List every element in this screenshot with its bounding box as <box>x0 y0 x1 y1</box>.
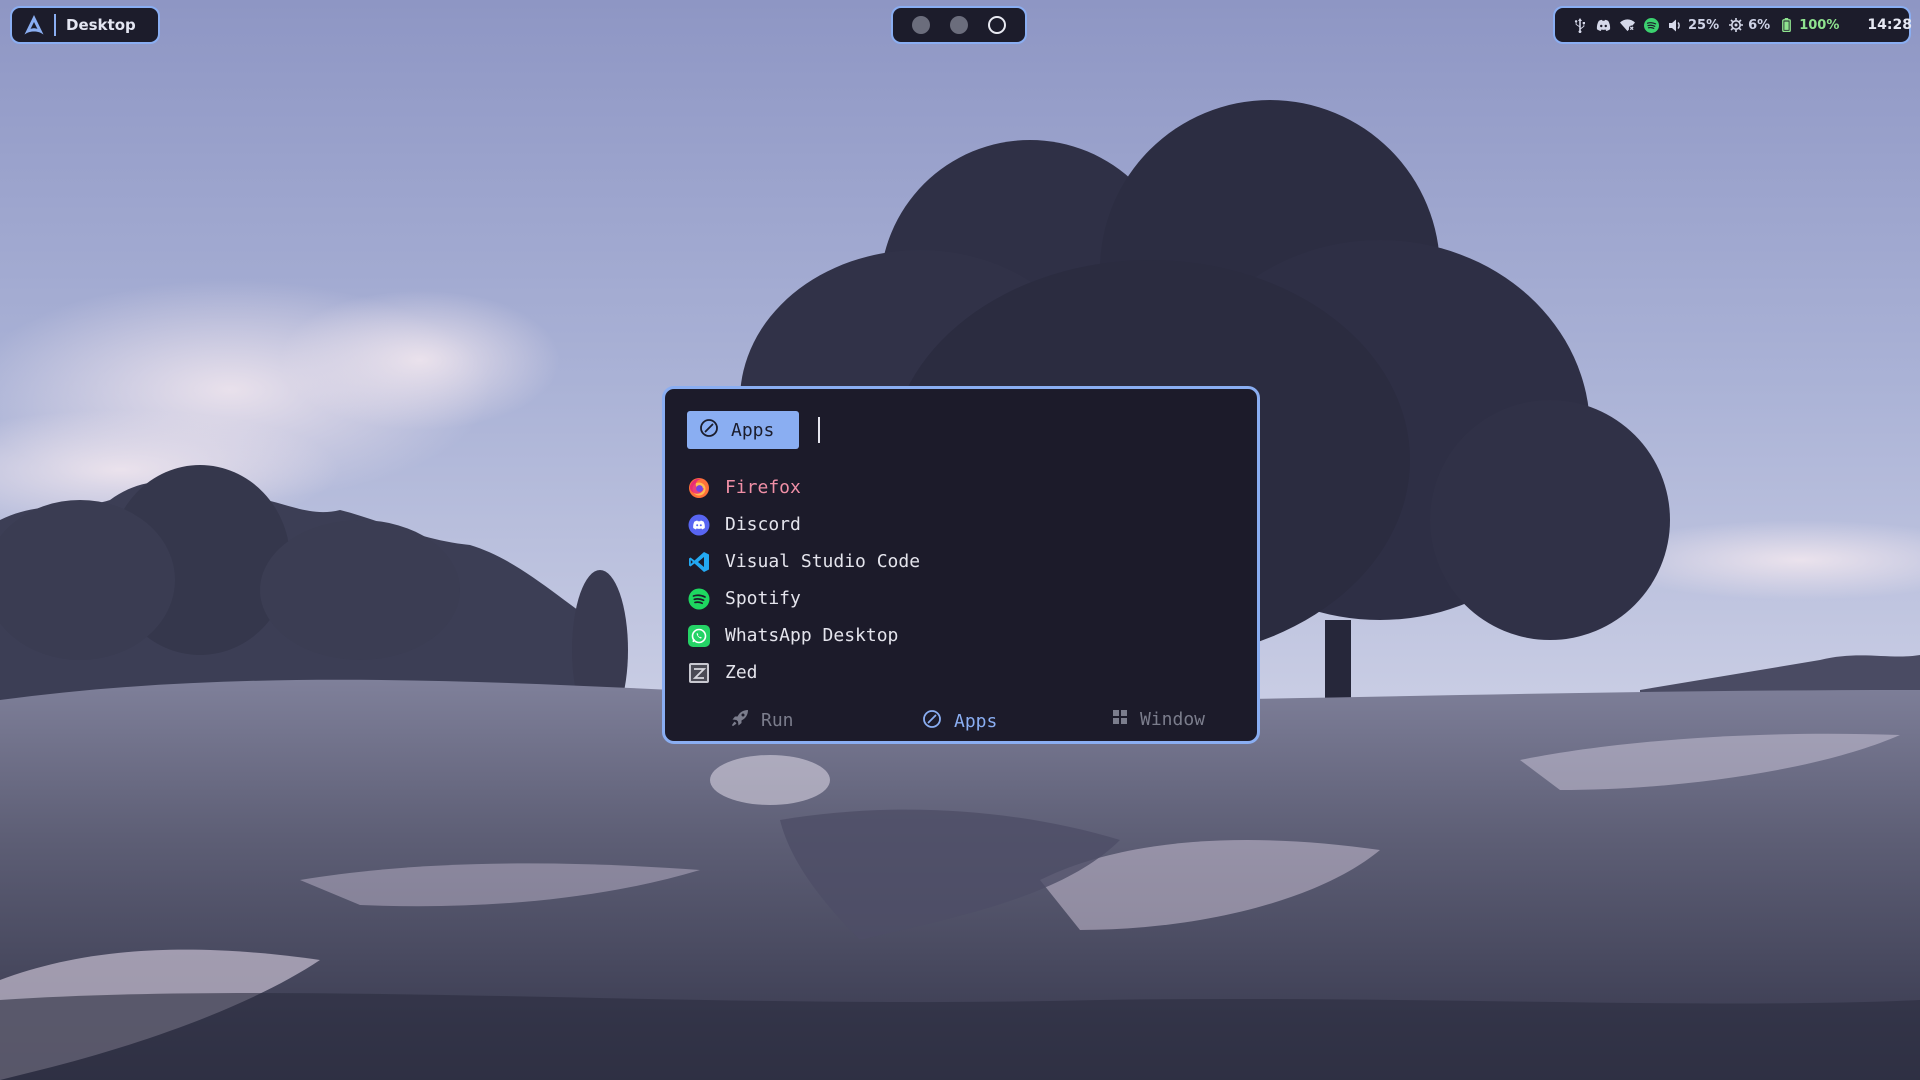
launcher-mode-bar: Run Apps Window <box>665 709 1257 733</box>
list-item-whatsapp[interactable]: WhatsApp Desktop <box>687 617 1227 654</box>
mode-window-label: Window <box>1140 709 1206 730</box>
zed-icon <box>687 661 711 685</box>
whatsapp-icon <box>687 624 711 648</box>
list-item-discord[interactable]: Discord <box>687 506 1227 543</box>
list-item-firefox[interactable]: Firefox <box>687 469 1227 506</box>
system-tray: 25% 6% 100% 14:28 <box>1553 6 1912 44</box>
launcher-app-list: Firefox Discord Visual Studio Code Spoti… <box>687 469 1227 691</box>
mode-apps-label: Apps <box>954 711 998 732</box>
list-item-label: Firefox <box>725 477 801 498</box>
battery-indicator[interactable]: 100% <box>1779 18 1839 33</box>
battery-value: 100% <box>1799 17 1840 33</box>
battery-icon <box>1779 18 1794 33</box>
spotify-icon[interactable] <box>1644 17 1659 33</box>
list-item-label: Visual Studio Code <box>725 551 921 572</box>
discord-icon <box>687 513 711 537</box>
apps-icon <box>922 709 942 734</box>
cpu-value: 6% <box>1748 17 1771 33</box>
search-input[interactable] <box>818 417 820 443</box>
mode-apps-button[interactable]: Apps <box>922 709 997 734</box>
apps-icon <box>699 418 719 443</box>
usb-icon[interactable] <box>1573 17 1587 33</box>
spotify-icon <box>687 587 711 611</box>
vscode-icon <box>687 550 711 574</box>
volume-value: 25% <box>1688 17 1720 33</box>
clock[interactable]: 14:28 <box>1867 17 1912 33</box>
list-item-label: Zed <box>725 662 758 683</box>
launcher-search-row: Apps <box>687 411 820 449</box>
divider <box>54 14 56 36</box>
active-workspace-name: Desktop <box>66 16 136 34</box>
app-launcher: Apps Firefox Discord Visual Studio Code <box>662 386 1260 744</box>
workspace-indicator-3-active[interactable] <box>988 16 1006 34</box>
list-item-vscode[interactable]: Visual Studio Code <box>687 543 1227 580</box>
list-item-zed[interactable]: Zed <box>687 654 1227 691</box>
launcher-mode-chip: Apps <box>687 411 799 449</box>
mode-run-button[interactable]: Run <box>731 709 794 732</box>
workspace-switcher <box>891 6 1027 44</box>
rocket-icon <box>731 709 749 732</box>
volume-indicator[interactable]: 25% <box>1668 18 1719 33</box>
mode-window-button[interactable]: Window <box>1112 709 1205 730</box>
window-grid-icon <box>1112 709 1128 730</box>
launcher-mode-label: Apps <box>731 419 775 441</box>
discord-icon[interactable] <box>1596 18 1611 33</box>
cpu-indicator[interactable]: 6% <box>1728 18 1770 33</box>
volume-icon <box>1668 18 1683 33</box>
mode-run-label: Run <box>761 710 794 731</box>
list-item-spotify[interactable]: Spotify <box>687 580 1227 617</box>
workspace-label-pill[interactable]: Desktop <box>10 6 160 44</box>
workspace-indicator-1[interactable] <box>912 16 930 34</box>
workspace-indicator-2[interactable] <box>950 16 968 34</box>
cpu-gear-icon <box>1728 18 1743 33</box>
list-item-label: WhatsApp Desktop <box>725 625 899 646</box>
list-item-label: Spotify <box>725 588 801 609</box>
firefox-icon <box>687 476 711 500</box>
wifi-icon[interactable] <box>1620 18 1635 33</box>
arch-linux-logo-icon[interactable] <box>22 13 46 37</box>
list-item-label: Discord <box>725 514 801 535</box>
